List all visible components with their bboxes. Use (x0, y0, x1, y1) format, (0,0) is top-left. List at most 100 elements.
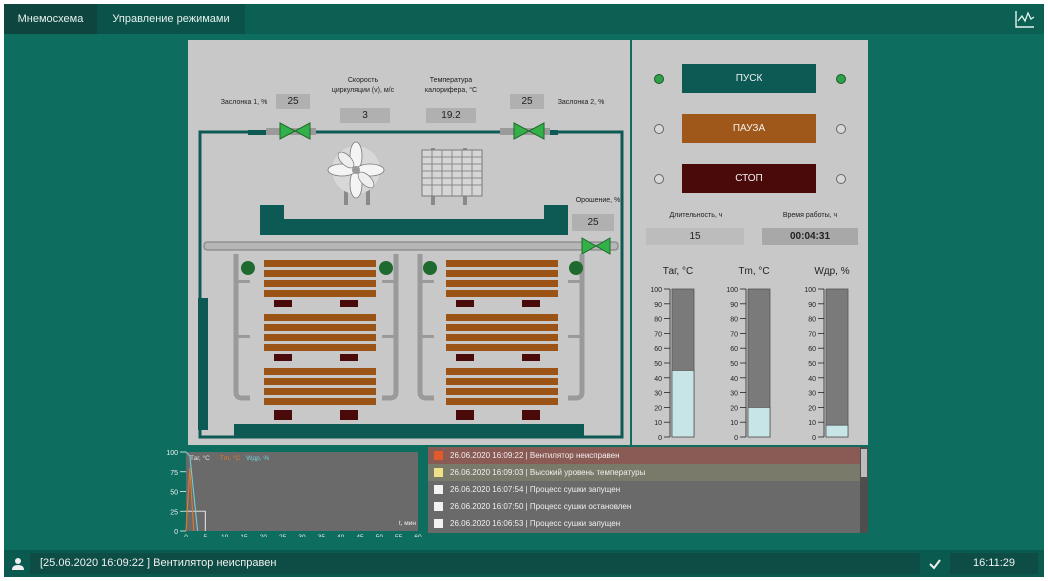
irrigation-value[interactable]: 25 (572, 214, 614, 231)
stop-left-indicator (654, 174, 664, 184)
pause-right-indicator (836, 124, 846, 134)
damper-1-label: Заслонка 1, % (220, 99, 268, 106)
trend-x-tick-label: 15 (240, 534, 248, 537)
check-icon[interactable] (928, 557, 942, 571)
gauge-tick-label: 40 (654, 376, 662, 383)
temperature-label-line2: калорифера, °С (424, 87, 478, 94)
fan-icon[interactable] (327, 141, 385, 199)
alarm-severity-marker (434, 451, 443, 460)
start-right-indicator (836, 74, 846, 84)
sensor-indicator (379, 261, 393, 275)
gauge-tick-label: 50 (808, 361, 816, 368)
runtime-label: Время работы, ч (782, 212, 838, 219)
damper-2-valve-icon[interactable] (500, 122, 550, 140)
gauge-tick-label: 10 (730, 420, 738, 427)
alarm-text: 26.06.2020 16:09:22 | Вентилятор неиспра… (450, 451, 620, 460)
irrigation-label: Орошение, % (575, 197, 621, 204)
gauge-tick-label: 100 (726, 287, 738, 294)
trend-x-tick-label: 55 (395, 534, 403, 537)
speed-value[interactable]: 3 (340, 108, 390, 123)
trend-x-axis-label: t, мин (399, 520, 417, 527)
trend-chart: 100 75 50 25 0 0 5 10 15 20 25 30 35 40 45 50 55 60 t, мин… (152, 447, 424, 541)
trend-x-tick-label: 40 (337, 534, 345, 537)
gauge-tick-label: 40 (808, 376, 816, 383)
gauge-tick-label: 70 (654, 331, 662, 338)
gauge-tick-label: 90 (730, 302, 738, 309)
speed-label-line1: Скорость (347, 77, 379, 84)
trend-x-tick-label: 45 (356, 534, 364, 537)
gauge-tick-label: 0 (812, 435, 816, 442)
heater-icon[interactable] (421, 148, 483, 210)
trend-y-tick-label: 50 (170, 490, 178, 497)
app-window: Мнемосхема Управление режимами Заслонка … (4, 4, 1044, 577)
status-message-box: [25.06.2020 16:09:22 ] Вентилятор неиспр… (30, 553, 920, 574)
mnemonic-scheme-panel: Заслонка 1, % 25 Скорость циркуляции (v)… (188, 40, 630, 445)
start-button[interactable]: ПУСК (682, 64, 816, 93)
gauge-tick-label: 70 (808, 331, 816, 338)
trend-svg: 100 75 50 25 0 0 5 10 15 20 25 30 35 40 45 50 55 60 t, мин… (166, 450, 422, 541)
trend-x-tick-label: 35 (318, 534, 326, 537)
gauge-fill (671, 370, 695, 438)
status-bar: [25.06.2020 16:09:22 ] Вентилятор неиспр… (4, 550, 1044, 577)
gauge-tick-label: 90 (808, 302, 816, 309)
alarm-scrollbar[interactable] (860, 447, 868, 533)
gauge-tick-label: 30 (654, 391, 662, 398)
damper-1-value[interactable]: 25 (276, 94, 310, 109)
trend-x-tick-label: 30 (298, 534, 306, 537)
alarm-row[interactable]: 26.06.2020 16:09:22 | Вентилятор неиспра… (428, 447, 860, 464)
gauge-tick-label: 10 (808, 420, 816, 427)
sensor-indicator (569, 261, 583, 275)
tab-mnemoscheme[interactable]: Мнемосхема (4, 4, 97, 34)
stop-button[interactable]: СТОП (682, 164, 816, 193)
trend-legend-entry: Wдр, % (246, 455, 269, 462)
alarm-row[interactable]: 26.06.2020 16:07:50 | Процесс сушки оста… (428, 498, 860, 515)
gauge-tick-label: 50 (654, 361, 662, 368)
trend-y-tick-label: 100 (166, 450, 178, 457)
gauge-tick-label: 100 (804, 287, 816, 294)
alarm-list: 26.06.2020 16:09:22 | Вентилятор неиспра… (428, 447, 868, 533)
chart-icon[interactable] (1014, 9, 1036, 29)
alarm-text: 26.06.2020 16:09:03 | Высокий уровень те… (450, 468, 646, 477)
lumber-stack-right (446, 260, 558, 420)
gauge-tick-label: 70 (730, 331, 738, 338)
gauge-tick-label: 50 (730, 361, 738, 368)
damper-2-value[interactable]: 25 (510, 94, 544, 109)
sensor-indicator (423, 261, 437, 275)
tab-mode-control[interactable]: Управление режимами (97, 4, 245, 34)
pause-button[interactable]: ПАУЗА (682, 114, 816, 143)
gauges-area: 1009080706050403020100100908070605040302… (650, 287, 849, 442)
alarm-text: 26.06.2020 16:07:50 | Процесс сушки оста… (450, 502, 632, 511)
damper-1-valve-icon[interactable] (266, 122, 316, 140)
control-panel: ПУСК ПАУЗА СТОП Длительность, ч 15 Время… (632, 40, 868, 445)
gauge-track (825, 288, 849, 438)
gauge-tick-label: 0 (734, 435, 738, 442)
trend-y-tick-label: 25 (170, 509, 178, 516)
temperature-label-line1: Температура (429, 77, 473, 84)
temperature-value[interactable]: 19.2 (426, 108, 476, 123)
runtime-value: 00:04:31 (762, 228, 858, 245)
alarm-text: 26.06.2020 16:07:54 | Процесс сушки запу… (450, 485, 621, 494)
pause-left-indicator (654, 124, 664, 134)
speed-label-line2: циркуляции (v), м/с (331, 87, 395, 94)
user-icon[interactable] (11, 557, 25, 571)
alarm-row[interactable]: 26.06.2020 16:07:54 | Процесс сушки запу… (428, 481, 860, 498)
gauge-tick-label: 90 (654, 302, 662, 309)
status-message: [25.06.2020 16:09:22 ] Вентилятор неиспр… (40, 557, 277, 569)
irrigation-valve-icon[interactable] (581, 237, 611, 255)
alarm-row[interactable]: 26.06.2020 16:06:53 | Процесс сушки запу… (428, 515, 860, 532)
gauge-tick-label: 20 (730, 405, 738, 412)
trend-x-tick-label: 0 (184, 534, 188, 537)
gauge-tick-label: 60 (808, 346, 816, 353)
trend-plot-area (186, 452, 418, 531)
gauge-tick-label: 60 (730, 346, 738, 353)
duration-input[interactable]: 15 (646, 228, 744, 245)
alarm-severity-marker (434, 502, 443, 511)
gauge-tick-label: 60 (654, 346, 662, 353)
trend-x-tick-label: 20 (260, 534, 268, 537)
trend-y-tick-label: 0 (174, 529, 178, 536)
alarm-row[interactable]: 26.06.2020 16:09:03 | Высокий уровень те… (428, 464, 860, 481)
gauge-tick-label: 100 (650, 287, 662, 294)
alarm-severity-marker (434, 468, 443, 477)
sensor-indicator (241, 261, 255, 275)
gauge-tick-label: 0 (658, 435, 662, 442)
